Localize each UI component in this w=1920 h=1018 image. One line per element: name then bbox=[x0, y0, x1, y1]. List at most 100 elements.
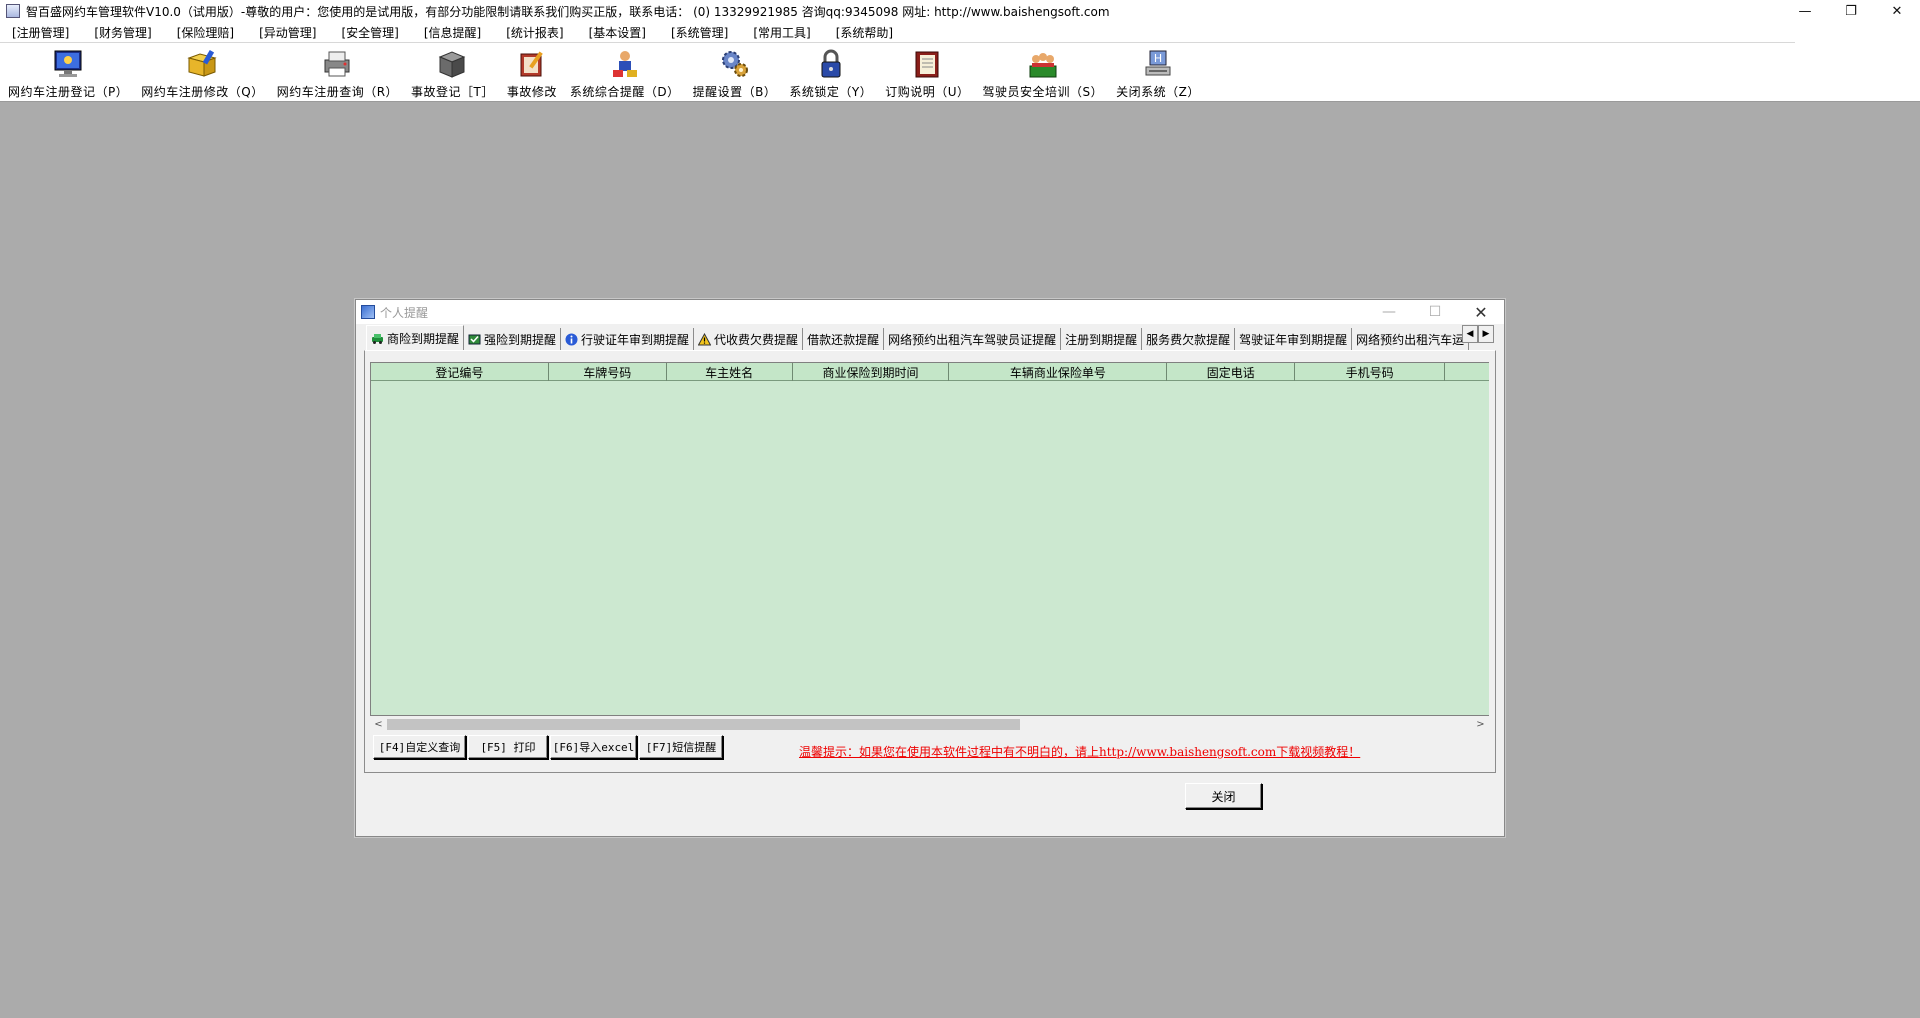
tab-loan-repayment[interactable]: 借款还款提醒 bbox=[803, 328, 885, 350]
menu-insurance-claims[interactable]: [保险理赔] bbox=[177, 24, 234, 41]
column-header-plate-no[interactable]: 车牌号码 bbox=[549, 363, 667, 381]
menu-tools[interactable]: [常用工具] bbox=[753, 24, 810, 41]
scroll-left-icon[interactable]: < bbox=[370, 716, 387, 733]
order-info-label: 订购说明（U） bbox=[885, 85, 970, 99]
order-info-button[interactable]: 订购说明（U） bbox=[885, 48, 969, 100]
tab-label: 服务费欠款提醒 bbox=[1146, 332, 1231, 347]
info-icon bbox=[565, 333, 578, 345]
svg-text:H: H bbox=[1154, 52, 1162, 65]
export-excel-button[interactable]: [F6]导入excel bbox=[550, 735, 637, 759]
close-icon[interactable]: ✕ bbox=[1874, 0, 1920, 22]
scroll-thumb[interactable] bbox=[387, 719, 1020, 730]
tab-commercial-insurance[interactable]: 商险到期提醒 bbox=[366, 325, 465, 350]
modify-button[interactable]: 网约车注册修改（Q） bbox=[141, 48, 263, 100]
system-lock-button[interactable]: 系统锁定（Y） bbox=[789, 48, 872, 100]
horizontal-scrollbar[interactable]: < > bbox=[370, 716, 1489, 733]
menu-finance[interactable]: [财务管理] bbox=[94, 24, 151, 41]
car-check-icon bbox=[468, 334, 481, 344]
edit-folder-icon bbox=[187, 49, 218, 77]
query-printer-icon bbox=[324, 51, 350, 77]
scroll-right-icon[interactable]: > bbox=[1472, 716, 1489, 733]
tab-scroll-right-icon[interactable]: ▶ bbox=[1478, 325, 1494, 343]
tab-panel: 登记编号 车牌号码 车主姓名 商业保险到期时间 车辆商业保险单号 固定电话 手机… bbox=[364, 350, 1496, 773]
tab-compulsory-insurance[interactable]: 强险到期提醒 bbox=[464, 328, 562, 350]
driver-training-label: 驾驶员安全培训（S） bbox=[982, 85, 1104, 99]
menu-system[interactable]: [系统管理] bbox=[671, 24, 728, 41]
column-header-extra[interactable] bbox=[1445, 363, 1489, 381]
column-header-owner-name[interactable]: 车主姓名 bbox=[667, 363, 793, 381]
accident-edit-icon bbox=[520, 51, 543, 77]
dialog-titlebar: 个人提醒 — ☐ ✕ bbox=[356, 300, 1504, 324]
driver-training-button[interactable]: 驾驶员安全培训（S） bbox=[983, 48, 1104, 100]
action-buttons: [F4]自定义查询 [F5] 打印 [F6]导入excel [F7]短信提醒 bbox=[373, 735, 725, 759]
tab-label: 网络预约出租汽车运 bbox=[1356, 332, 1465, 347]
column-header-policy-no[interactable]: 车辆商业保险单号 bbox=[949, 363, 1168, 381]
column-header-mobile[interactable]: 手机号码 bbox=[1295, 363, 1446, 381]
column-header-insurance-expiry[interactable]: 商业保险到期时间 bbox=[793, 363, 950, 381]
tutorial-tip-link[interactable]: 温馨提示：如果您在使用本软件过程中有不明白的，请上http://www.bais… bbox=[799, 743, 1360, 760]
reminder-tabs: 商险到期提醒 强险到期提醒 行驶证年审到期提醒 代收费欠费提醒 借款还款提醒 网… bbox=[366, 325, 1493, 350]
tab-license-annual-review[interactable]: 行驶证年审到期提醒 bbox=[561, 328, 695, 350]
reminder-settings-label: 提醒设置（B） bbox=[692, 85, 777, 99]
menu-changes[interactable]: [异动管理] bbox=[259, 24, 316, 41]
app-icon bbox=[6, 4, 20, 18]
register-label: 网约车注册登记（P） bbox=[8, 85, 129, 99]
tab-label: 强险到期提醒 bbox=[484, 332, 557, 347]
register-button[interactable]: 网约车注册登记（P） bbox=[8, 48, 128, 100]
dialog-app-icon bbox=[361, 305, 375, 319]
lock-icon bbox=[821, 49, 841, 78]
tab-service-fee-arrears[interactable]: 服务费欠款提醒 bbox=[1142, 328, 1236, 350]
tab-registration-expiry[interactable]: 注册到期提醒 bbox=[1061, 328, 1143, 350]
tab-scroll-left-icon[interactable]: ◀ bbox=[1462, 325, 1478, 343]
menu-help[interactable]: [系统帮助] bbox=[836, 24, 893, 41]
accident-register-button[interactable]: 事故登记［T］ bbox=[411, 48, 494, 100]
print-button[interactable]: [F5] 打印 bbox=[468, 735, 548, 759]
tab-vehicle-transport-certificate[interactable]: 网络预约出租汽车运 bbox=[1352, 328, 1470, 350]
toolbar: 网约车注册登记（P） 网约车注册修改（Q） 网约车注册查询（R） 事故登记［T］ bbox=[0, 42, 1795, 102]
reminder-grid[interactable]: 登记编号 车牌号码 车主姓名 商业保险到期时间 车辆商业保险单号 固定电话 手机… bbox=[370, 362, 1489, 716]
menu-reminders[interactable]: [信息提醒] bbox=[424, 24, 481, 41]
reminder-people-icon bbox=[612, 51, 637, 77]
reminder-settings-button[interactable]: 提醒设置（B） bbox=[693, 48, 777, 100]
exit-system-label: 关闭系统（Z） bbox=[1116, 85, 1200, 99]
query-label: 网约车注册查询（R） bbox=[276, 85, 399, 99]
tab-fee-arrears[interactable]: 代收费欠费提醒 bbox=[694, 328, 804, 350]
tab-driver-certificate[interactable]: 网络预约出租汽车驾驶员证提醒 bbox=[884, 328, 1062, 350]
menu-basic-settings[interactable]: [基本设置] bbox=[589, 24, 646, 41]
toolbar-filler bbox=[1795, 42, 1920, 102]
query-button[interactable]: 网约车注册查询（R） bbox=[277, 48, 398, 100]
dialog-title: 个人提醒 bbox=[380, 305, 429, 320]
menu-registration[interactable]: [注册管理] bbox=[12, 24, 69, 41]
gear-settings-icon bbox=[721, 51, 748, 77]
window-titlebar: 智百盛网约车管理软件V10.0（试用版）-尊敬的用户：您使用的是试用版，有部分功… bbox=[0, 0, 1920, 22]
custom-query-button[interactable]: [F4]自定义查询 bbox=[373, 735, 466, 759]
column-header-landline[interactable]: 固定电话 bbox=[1167, 363, 1296, 381]
tab-scroll-buttons: ◀ ▶ bbox=[1462, 325, 1494, 343]
dialog-maximize-icon[interactable]: ☐ bbox=[1412, 300, 1458, 324]
sms-reminder-button[interactable]: [F7]短信提醒 bbox=[639, 735, 723, 759]
menu-safety[interactable]: [安全管理] bbox=[342, 24, 399, 41]
personal-reminder-dialog: 个人提醒 — ☐ ✕ 商险到期提醒 强险到期提醒 行驶证年审到期提醒 代收费欠费… bbox=[355, 299, 1505, 837]
restore-icon[interactable]: ❐ bbox=[1828, 0, 1874, 22]
warning-icon bbox=[698, 332, 712, 345]
accident-box-icon bbox=[439, 51, 466, 78]
tab-label: 借款还款提醒 bbox=[807, 332, 880, 347]
minimize-icon[interactable]: — bbox=[1782, 0, 1828, 22]
exit-computer-icon: H bbox=[1145, 50, 1171, 76]
exit-system-button[interactable]: H 关闭系统（Z） bbox=[1116, 48, 1200, 100]
accident-modify-button[interactable]: 事故修改 bbox=[507, 48, 557, 100]
car-green-icon bbox=[372, 333, 383, 344]
menu-reports[interactable]: [统计报表] bbox=[506, 24, 563, 41]
close-button[interactable]: 关闭 bbox=[1185, 783, 1262, 809]
system-reminder-label: 系统综合提醒（D） bbox=[569, 85, 680, 99]
tab-label: 网络预约出租汽车驾驶员证提醒 bbox=[888, 332, 1057, 347]
tab-driving-license-review[interactable]: 驾驶证年审到期提醒 bbox=[1235, 328, 1353, 350]
window-controls: — ❐ ✕ bbox=[1782, 0, 1920, 22]
dialog-close-icon[interactable]: ✕ bbox=[1458, 300, 1504, 324]
column-header-registration-no[interactable]: 登记编号 bbox=[371, 363, 549, 381]
dialog-minimize-icon[interactable]: — bbox=[1366, 300, 1412, 324]
system-reminder-button[interactable]: 系统综合提醒（D） bbox=[570, 48, 680, 100]
grid-header: 登记编号 车牌号码 车主姓名 商业保险到期时间 车辆商业保险单号 固定电话 手机… bbox=[371, 363, 1489, 381]
modify-label: 网约车注册修改（Q） bbox=[141, 85, 264, 99]
monitor-register-icon bbox=[54, 50, 82, 77]
